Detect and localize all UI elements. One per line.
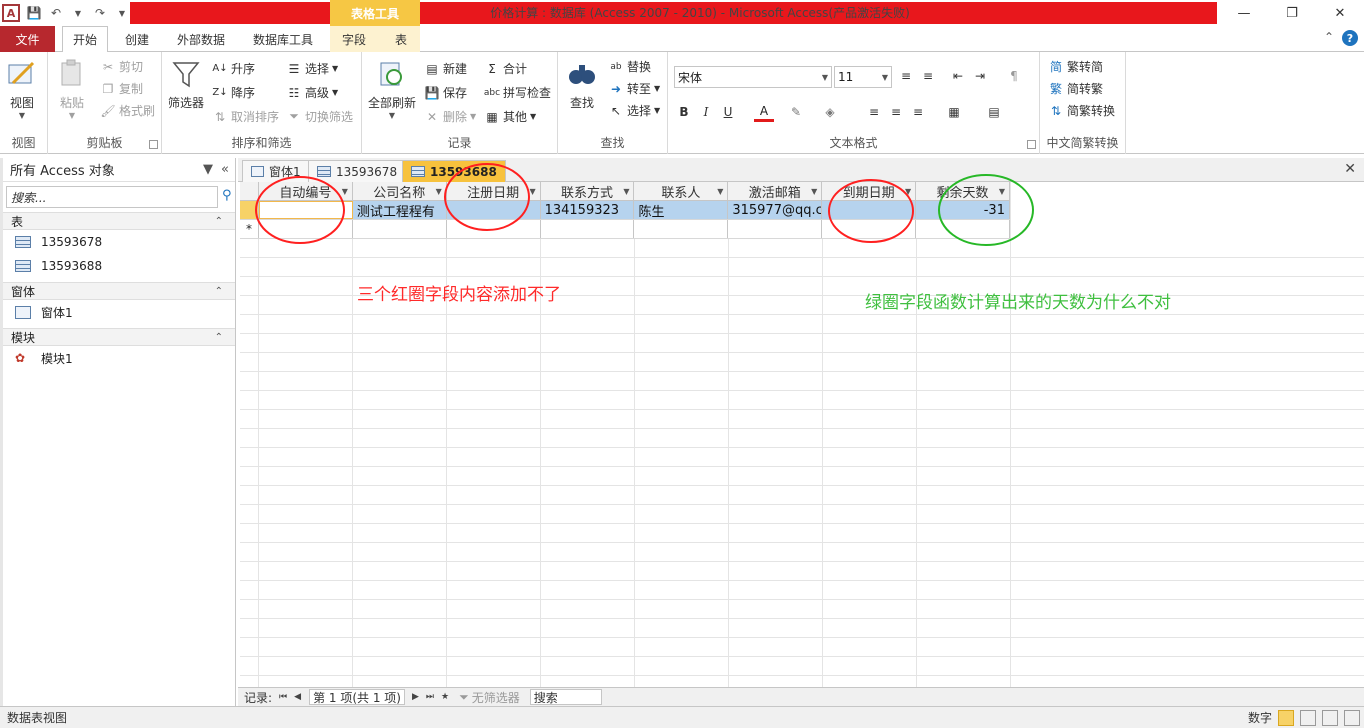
record-search-input[interactable]: 搜索 <box>529 689 602 705</box>
new-record-nav-icon[interactable]: ★ <box>441 692 449 702</box>
annotation-overlay <box>255 163 1034 246</box>
next-record-icon[interactable]: ▶ <box>412 692 419 702</box>
last-record-icon[interactable]: ⏭ <box>426 692 434 702</box>
status-bar: 数据表视图 数字 <box>0 706 1364 728</box>
annotation-green-text: 绿圈字段函数计算出来的天数为什么不对 <box>865 293 1171 313</box>
pivot-chart-view-icon[interactable] <box>1322 709 1338 726</box>
record-navigation-bar: 记录: ⏮ ◀ 第 1 项(共 1 项) ▶ ⏭ ★ ⏷ 无筛选器 搜索 <box>238 687 1364 706</box>
red-circle-autonumber <box>255 176 345 244</box>
red-circle-expiry-date <box>828 179 914 243</box>
no-filter-button[interactable]: ⏷ 无筛选器 <box>459 689 520 706</box>
record-label: 记录: <box>244 690 273 705</box>
record-position-input[interactable]: 第 1 项(共 1 项) <box>309 689 405 705</box>
green-circle-remaining-days <box>938 174 1034 246</box>
datasheet-view-icon[interactable] <box>1278 709 1294 726</box>
pivot-table-view-icon[interactable] <box>1300 709 1316 726</box>
annotation-red-text: 三个红圈字段内容添加不了 <box>357 285 561 305</box>
filter-off-icon: ⏷ <box>459 689 469 704</box>
first-record-icon[interactable]: ⏮ <box>279 692 287 702</box>
num-lock-status: 数字 <box>1247 711 1272 725</box>
red-circle-register-date <box>444 163 530 231</box>
view-status: 数据表视图 <box>7 711 68 725</box>
design-view-icon[interactable] <box>1344 709 1360 726</box>
previous-record-icon[interactable]: ◀ <box>294 692 301 702</box>
